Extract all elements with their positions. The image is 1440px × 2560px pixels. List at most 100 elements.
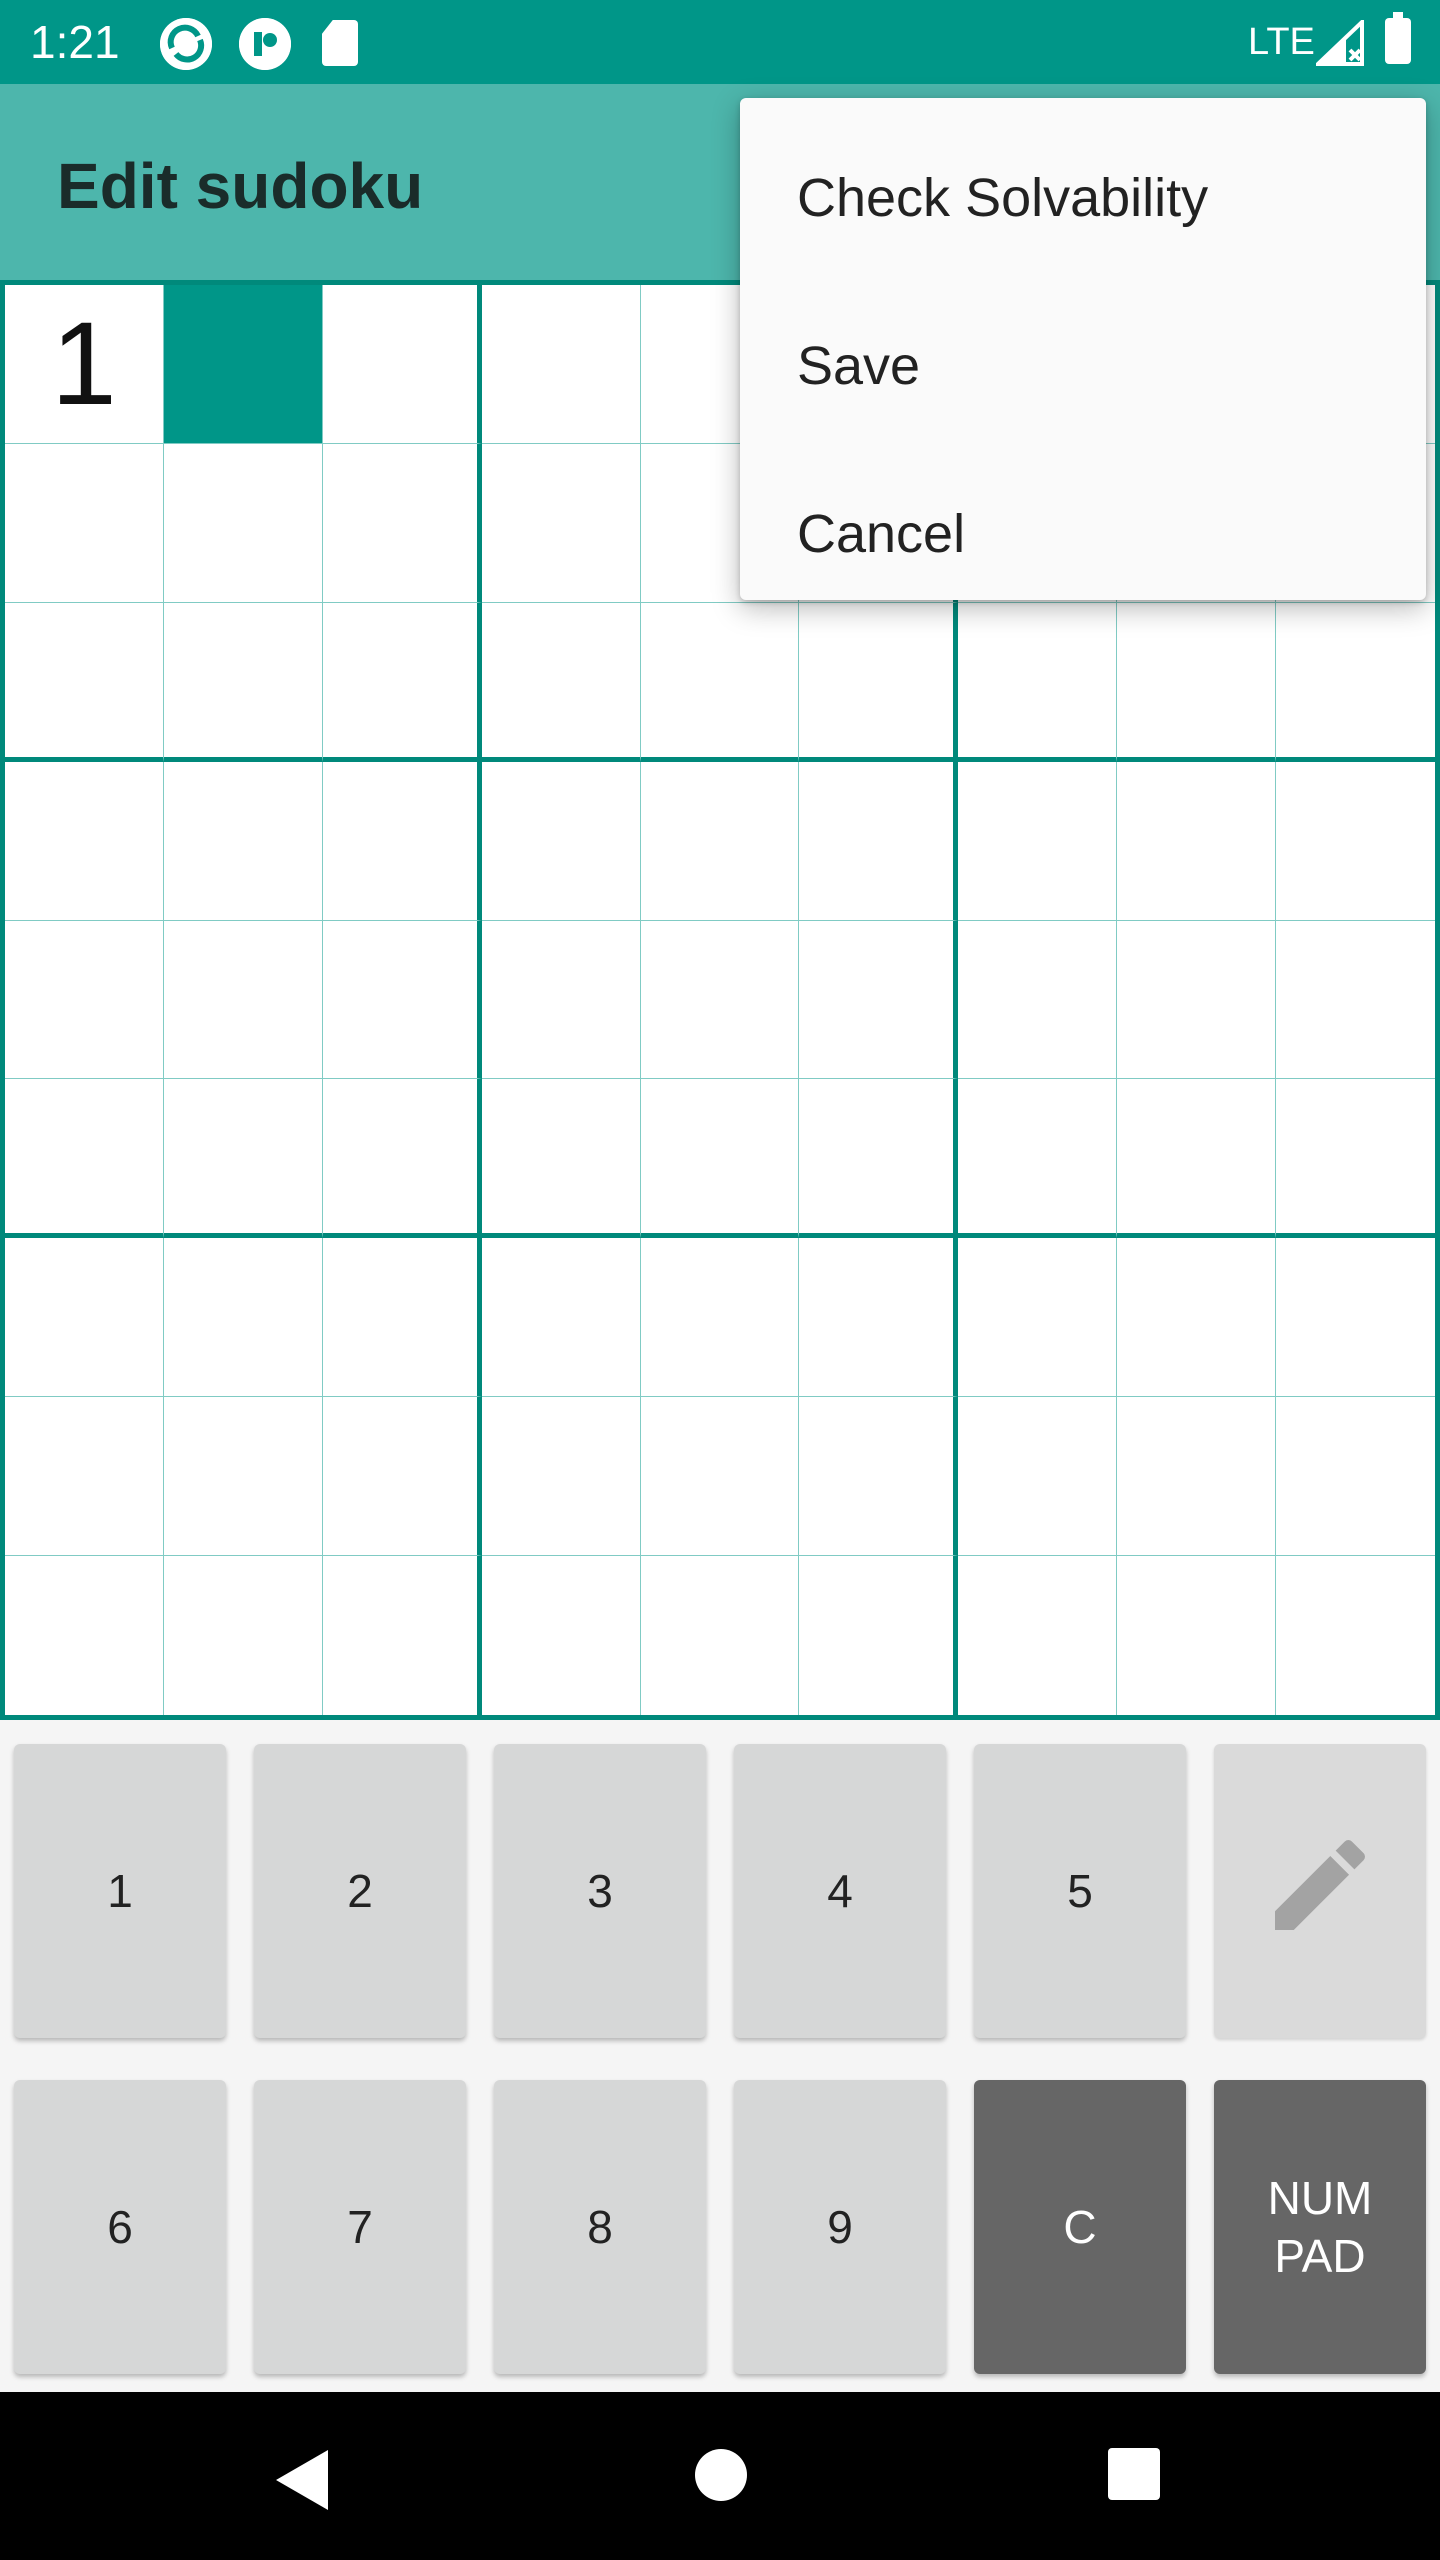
sudoku-cell[interactable] [640, 920, 800, 1080]
key-8[interactable]: 8 [494, 2080, 706, 2374]
key-3[interactable]: 3 [494, 1744, 706, 2038]
sudoku-cell[interactable] [640, 1397, 800, 1557]
sudoku-cell[interactable] [481, 1397, 641, 1557]
sudoku-cell[interactable] [958, 602, 1118, 762]
sudoku-cell[interactable] [481, 1238, 641, 1398]
overflow-menu: Check Solvability Save Cancel [740, 98, 1426, 600]
sudoku-cell[interactable] [1276, 1079, 1435, 1239]
clear-button[interactable]: C [974, 2080, 1186, 2374]
sudoku-cell[interactable] [322, 443, 482, 603]
sudoku-cell[interactable] [322, 920, 482, 1080]
sudoku-cell[interactable] [640, 1079, 800, 1239]
menu-item-check-solvability[interactable]: Check Solvability [740, 114, 1426, 282]
sudoku-cell[interactable] [640, 761, 800, 921]
sudoku-cell[interactable] [1117, 761, 1277, 921]
sudoku-cell[interactable] [163, 285, 323, 444]
sudoku-cell[interactable] [322, 1397, 482, 1557]
sudoku-cell[interactable] [164, 1556, 323, 1715]
menu-item-save[interactable]: Save [740, 282, 1426, 450]
back-icon[interactable] [274, 2448, 330, 2517]
sudoku-cell[interactable] [5, 602, 164, 762]
sudoku-cell[interactable] [958, 761, 1118, 921]
pencil-icon [1260, 1825, 1380, 1958]
sudoku-cell[interactable] [322, 1238, 482, 1398]
sudoku-cell[interactable] [799, 761, 959, 921]
sudoku-cell[interactable] [322, 602, 482, 762]
sudoku-cell[interactable] [5, 1556, 164, 1715]
sudoku-cell[interactable] [163, 1079, 323, 1239]
sudoku-cell[interactable] [5, 443, 164, 603]
key-2[interactable]: 2 [254, 1744, 466, 2038]
sudoku-cell[interactable] [482, 1556, 641, 1715]
sudoku-cell[interactable] [163, 1238, 323, 1398]
sudoku-cell[interactable] [1117, 1397, 1277, 1557]
sudoku-cell[interactable]: 1 [5, 285, 164, 444]
sudoku-cell[interactable] [5, 920, 164, 1080]
sudoku-cell[interactable] [481, 1079, 641, 1239]
sudoku-cell[interactable] [1117, 920, 1277, 1080]
key-1[interactable]: 1 [14, 1744, 226, 2038]
sudoku-cell[interactable] [481, 761, 641, 921]
sudoku-cell[interactable] [799, 1079, 959, 1239]
sudoku-cell[interactable] [5, 1397, 164, 1557]
recents-icon[interactable] [1108, 2448, 1160, 2505]
sudoku-cell[interactable] [322, 285, 482, 444]
key-9[interactable]: 9 [734, 2080, 946, 2374]
pencil-button[interactable] [1214, 1744, 1426, 2038]
key-4[interactable]: 4 [734, 1744, 946, 2038]
sudoku-cell[interactable] [1117, 602, 1277, 762]
sudoku-cell[interactable] [958, 1397, 1118, 1557]
sudoku-cell[interactable] [481, 920, 641, 1080]
sudoku-cell[interactable] [1117, 1556, 1277, 1715]
sudoku-cell[interactable] [799, 1397, 959, 1557]
sudoku-cell[interactable] [5, 1238, 164, 1398]
sudoku-cell[interactable] [958, 1556, 1118, 1715]
sudoku-cell[interactable] [322, 761, 482, 921]
sudoku-cell[interactable] [322, 1079, 482, 1239]
keypad: 1 2 3 4 5 6 7 8 9 C NUM PAD [0, 1720, 1440, 2392]
navigation-bar [0, 2392, 1440, 2560]
sudoku-cell[interactable] [1276, 1238, 1435, 1398]
key-5[interactable]: 5 [974, 1744, 1186, 2038]
signal-icon [1313, 17, 1366, 66]
sudoku-cell[interactable] [481, 443, 641, 603]
sudoku-cell[interactable] [640, 602, 800, 762]
sudoku-cell[interactable] [1276, 1556, 1435, 1715]
home-icon[interactable] [694, 2448, 748, 2507]
sudoku-cell[interactable] [5, 1079, 164, 1239]
key-6[interactable]: 6 [14, 2080, 226, 2374]
sudoku-cell[interactable] [163, 761, 323, 921]
sudoku-cell[interactable] [1276, 921, 1435, 1080]
sudoku-cell[interactable] [799, 920, 959, 1080]
sd-card-icon [322, 20, 358, 66]
sudoku-cell[interactable] [163, 1397, 323, 1557]
sudoku-cell[interactable] [640, 1238, 800, 1398]
page-title: Edit sudoku [57, 150, 424, 222]
app-notification-icon [239, 18, 291, 70]
sudoku-cell[interactable] [163, 602, 323, 762]
sudoku-cell[interactable] [1276, 762, 1435, 921]
sudoku-cell[interactable] [163, 920, 323, 1080]
sudoku-cell[interactable] [958, 1079, 1118, 1239]
sudoku-cell[interactable] [481, 285, 641, 444]
sudoku-cell[interactable] [1117, 1238, 1277, 1398]
sudoku-cell[interactable] [1276, 1397, 1435, 1557]
sudoku-cell[interactable] [958, 920, 1118, 1080]
sudoku-cell[interactable] [799, 1238, 959, 1398]
status-time: 1:21 [30, 16, 120, 68]
sudoku-cell[interactable] [5, 761, 164, 921]
sudoku-cell[interactable] [163, 443, 323, 603]
key-7[interactable]: 7 [254, 2080, 466, 2374]
menu-item-cancel[interactable]: Cancel [740, 450, 1426, 618]
sudoku-cell[interactable] [799, 602, 959, 762]
sudoku-cell[interactable] [799, 1556, 959, 1715]
sudoku-cell[interactable] [1117, 1079, 1277, 1239]
status-bar: 1:21 LTE [0, 0, 1440, 84]
sudoku-cell[interactable] [958, 1238, 1118, 1398]
sudoku-cell[interactable] [323, 1556, 482, 1715]
sudoku-cell[interactable] [1276, 603, 1435, 762]
battery-icon [1385, 12, 1411, 64]
sudoku-cell[interactable] [641, 1556, 800, 1715]
numpad-toggle-button[interactable]: NUM PAD [1214, 2080, 1426, 2374]
sudoku-cell[interactable] [481, 602, 641, 762]
